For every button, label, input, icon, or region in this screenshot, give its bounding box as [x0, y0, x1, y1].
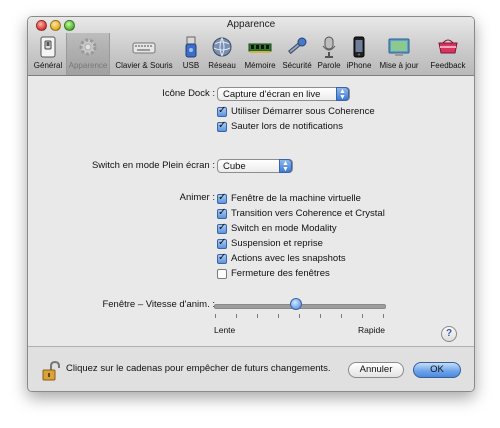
- tab-general-label: Général: [33, 61, 63, 70]
- tab-usb-label: USB: [182, 61, 200, 70]
- checkbox-bounce-notifications-label: Sauter lors de notifications: [231, 121, 343, 132]
- cancel-button[interactable]: Annuler: [348, 362, 404, 378]
- checkbox-snapshot-actions[interactable]: [217, 252, 227, 264]
- security-key-icon: [288, 37, 307, 55]
- tab-keyboard-mouse[interactable]: Clavier & Souris: [110, 33, 178, 75]
- update-icon: [388, 38, 410, 56]
- checkbox-bounce-notifications[interactable]: [217, 120, 227, 132]
- animation-speed-label: Fenêtre – Vitesse d'anim. :: [102, 299, 215, 310]
- usb-icon: [185, 36, 197, 58]
- tab-appearance[interactable]: Apparence: [66, 33, 110, 75]
- dock-icon-value: Capture d'écran en live: [223, 89, 321, 100]
- tab-speech[interactable]: Parole: [315, 33, 343, 75]
- lock-hint-text: Cliquez sur le cadenas pour empêcher de …: [66, 363, 331, 374]
- animate-label: Animer :: [179, 192, 215, 203]
- checkbox-close-windows-label: Fermeture des fenêtres: [231, 268, 330, 279]
- feedback-icon: [438, 39, 458, 54]
- preferences-window: Apparence Général Apparence Clavier & So…: [27, 16, 475, 392]
- slider-tick: [383, 314, 384, 318]
- tab-feedback-label: Feedback: [430, 61, 466, 70]
- tab-network[interactable]: Réseau: [205, 33, 239, 75]
- tab-update[interactable]: Mise à jour: [375, 33, 423, 75]
- general-switch-icon: [40, 36, 56, 58]
- window-title: Apparence: [226, 19, 276, 30]
- ok-button[interactable]: OK: [413, 362, 461, 378]
- tab-network-label: Réseau: [208, 61, 236, 70]
- slider-tick: [320, 314, 321, 318]
- checkbox-coherence-transition-label: Transition vers Coherence et Crystal: [231, 208, 385, 219]
- help-button[interactable]: ?: [441, 326, 457, 342]
- checkbox-use-start-coherence-label: Utiliser Démarrer sous Coherence: [231, 106, 375, 117]
- tab-general[interactable]: Général: [30, 33, 66, 75]
- checkbox-suspend-resume[interactable]: [217, 237, 227, 249]
- tab-appearance-label: Apparence: [68, 61, 108, 70]
- tab-keyboard-mouse-label: Clavier & Souris: [115, 61, 173, 70]
- checkbox-modality-switch-label: Switch en mode Modality: [231, 223, 337, 234]
- preferences-toolbar: Général Apparence Clavier & Souris USB R…: [28, 33, 474, 75]
- tab-memory[interactable]: Mémoire: [240, 33, 280, 75]
- checkbox-vm-window[interactable]: [217, 192, 227, 204]
- tab-iphone[interactable]: iPhone: [344, 33, 374, 75]
- iphone-icon: [353, 36, 365, 58]
- tab-security-label: Sécurité: [282, 61, 312, 70]
- tab-update-label: Mise à jour: [379, 61, 419, 70]
- slider-tick: [341, 314, 342, 318]
- lock-icon[interactable]: [42, 361, 60, 381]
- title-bar: Apparence Général Apparence Clavier & So…: [28, 17, 474, 76]
- dock-icon-label: Icône Dock :: [162, 88, 215, 99]
- appearance-pane: Icône Dock : Capture d'écran en live ▲ ▼ …: [28, 76, 474, 346]
- checkbox-use-start-coherence[interactable]: [217, 105, 227, 117]
- memory-chip-icon: [248, 43, 272, 53]
- slider-max-label: Rapide: [358, 325, 385, 335]
- checkbox-suspend-resume-label: Suspension et reprise: [231, 238, 323, 249]
- popup-arrows-icon: ▲ ▼: [336, 87, 349, 101]
- checkbox-coherence-transition[interactable]: [217, 207, 227, 219]
- appearance-gear-icon: [79, 38, 97, 56]
- tab-security[interactable]: Sécurité: [280, 33, 314, 75]
- popup-arrows-icon: ▲ ▼: [279, 159, 292, 173]
- fullscreen-switch-popup[interactable]: Cube ▲ ▼: [217, 159, 293, 173]
- keyboard-icon: [132, 42, 156, 54]
- fullscreen-switch-label: Switch en mode Plein écran :: [91, 160, 215, 171]
- tab-usb[interactable]: USB: [178, 33, 204, 75]
- tab-iphone-label: iPhone: [346, 61, 372, 70]
- tab-feedback[interactable]: Feedback: [424, 33, 472, 75]
- network-globe-icon: [212, 37, 232, 57]
- checkbox-snapshot-actions-label: Actions avec les snapshots: [231, 253, 346, 264]
- checkbox-close-windows[interactable]: [217, 269, 227, 279]
- tab-speech-label: Parole: [317, 61, 341, 70]
- fullscreen-switch-value: Cube: [223, 161, 246, 172]
- slider-tick: [215, 314, 216, 318]
- checkbox-modality-switch[interactable]: [217, 222, 227, 234]
- slider-min-label: Lente: [214, 325, 236, 335]
- slider-tick: [257, 314, 258, 318]
- slider-tick: [278, 314, 279, 318]
- bottom-bar: Cliquez sur le cadenas pour empêcher de …: [28, 346, 474, 391]
- animation-speed-thumb[interactable]: [289, 298, 302, 310]
- microphone-icon: [322, 36, 336, 58]
- dock-icon-popup[interactable]: Capture d'écran en live ▲ ▼: [217, 87, 350, 101]
- checkbox-vm-window-label: Fenêtre de la machine virtuelle: [231, 193, 361, 204]
- slider-tick: [236, 314, 237, 318]
- slider-tick: [362, 314, 363, 318]
- slider-tick: [299, 314, 300, 318]
- tab-memory-label: Mémoire: [244, 61, 276, 70]
